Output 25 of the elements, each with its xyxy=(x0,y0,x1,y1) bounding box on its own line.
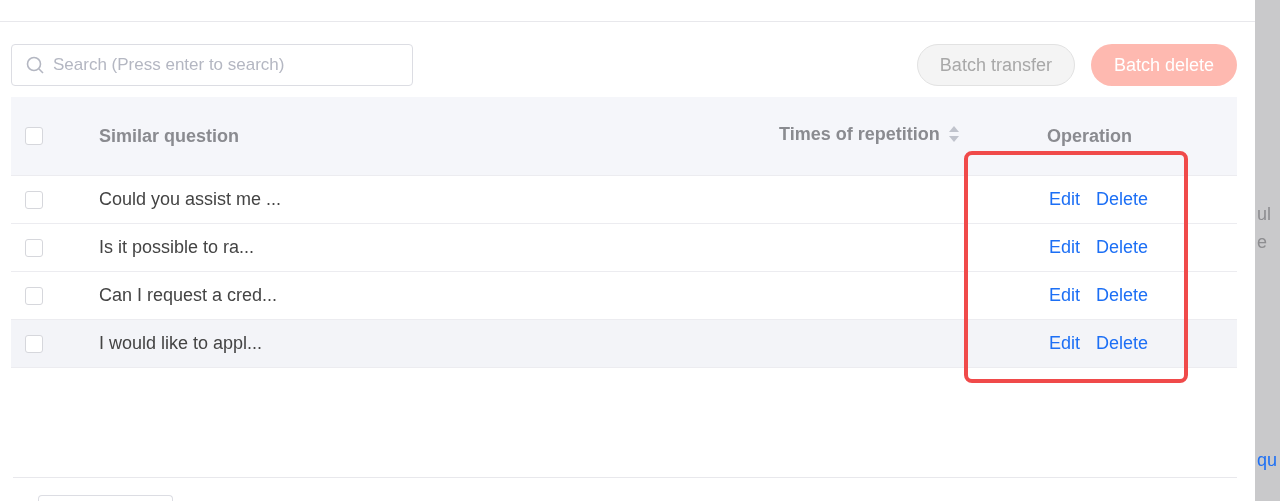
sort-icon[interactable] xyxy=(947,125,960,143)
backdrop-text: ul xyxy=(1257,203,1271,226)
row-checkbox[interactable] xyxy=(25,334,43,353)
column-header: Operation xyxy=(1047,125,1133,147)
delete-link[interactable]: Delete xyxy=(1096,285,1149,306)
question-cell-text: I would like to appl... xyxy=(99,333,264,354)
row-checkbox[interactable] xyxy=(25,238,43,257)
edit-link[interactable]: Edit xyxy=(1049,237,1081,258)
row-checkbox[interactable] xyxy=(25,286,43,305)
edit-link[interactable]: Edit xyxy=(1049,285,1081,306)
row-checkbox[interactable] xyxy=(25,190,43,209)
select-all-checkbox[interactable] xyxy=(25,127,43,145)
question-cell-text: Can I request a cred... xyxy=(99,285,279,306)
edit-link[interactable]: Edit xyxy=(1049,333,1081,354)
question-cell-text: Is it possible to ra... xyxy=(99,237,256,258)
delete-link[interactable]: Delete xyxy=(1096,189,1149,210)
search-icon xyxy=(26,56,44,74)
question-cell-text: Could you assist me ... xyxy=(99,189,283,210)
edit-link[interactable]: Edit xyxy=(1049,189,1081,210)
column-header: Times of repetition xyxy=(779,123,1047,145)
delete-link[interactable]: Delete xyxy=(1096,237,1149,258)
backdrop-text: e xyxy=(1257,231,1267,254)
column-header: Similar question xyxy=(99,125,241,147)
search-field[interactable]: Search (Press enter to search) xyxy=(11,44,413,86)
delete-link[interactable]: Delete xyxy=(1096,333,1149,354)
